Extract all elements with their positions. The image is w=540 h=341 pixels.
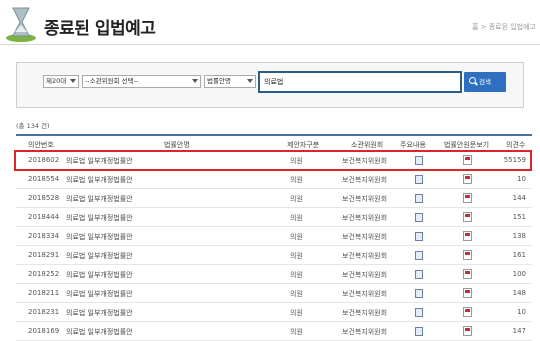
committee-name: 보건복지위원회 [342, 290, 388, 298]
bill-name-link[interactable]: 의료법 일부개정법률안 [66, 289, 133, 299]
bill-number: 2018528 [28, 194, 60, 202]
pdf-icon[interactable] [463, 231, 472, 241]
pdf-icon[interactable] [463, 307, 472, 317]
committee-name: 보건복지위원회 [342, 214, 388, 222]
search-icon [469, 77, 476, 84]
document-icon[interactable] [415, 251, 423, 260]
search-button-label: 검색 [479, 78, 491, 86]
keyword-input[interactable]: 의료법 [258, 71, 462, 93]
table-row[interactable]: 2018291 의료법 일부개정법률안 의원 보건복지위원회 161 [16, 246, 532, 265]
opinion-count: 144 [512, 194, 526, 202]
proposer-type: 의원 [290, 252, 303, 260]
bill-name-link[interactable]: 의료법 일부개정법률안 [66, 213, 133, 223]
table-row[interactable]: 2018444 의료법 일부개정법률안 의원 보건복지위원회 151 [16, 208, 532, 227]
table-row[interactable]: 2018554 의료법 일부개정법률안 의원 보건복지위원회 10 [16, 170, 532, 189]
result-count: (총 134 건) [16, 122, 50, 130]
committee-name: 보건복지위원회 [342, 195, 388, 203]
bill-name-link[interactable]: 의료법 일부개정법률안 [66, 194, 133, 204]
chevron-down-icon [192, 79, 198, 83]
header-original-text: 법률안원문보기 [444, 141, 490, 149]
document-icon[interactable] [415, 308, 423, 317]
table-row[interactable]: 2018211 의료법 일부개정법률안 의원 보건복지위원회 148 [16, 284, 532, 303]
proposer-type: 의원 [290, 195, 303, 203]
pdf-icon[interactable] [463, 193, 472, 203]
hourglass-logo-icon [6, 7, 36, 42]
proposer-type: 의원 [290, 328, 303, 336]
header-bill-name: 법률안명 [164, 141, 190, 149]
header-main-content: 주요내용 [400, 141, 426, 149]
table-header: 의안번호 법률안명 제안자구분 소관위원회 주요내용 법률안원문보기 의견수 [16, 134, 532, 151]
proposer-type: 의원 [290, 214, 303, 222]
bill-number: 2018554 [28, 175, 60, 183]
document-icon[interactable] [415, 232, 423, 241]
bill-number: 2018444 [28, 213, 60, 221]
document-icon[interactable] [415, 175, 423, 184]
header-divider [0, 44, 540, 45]
committee-name: 보건복지위원회 [342, 328, 388, 336]
opinion-count: 151 [512, 213, 526, 221]
chevron-down-icon [247, 79, 253, 83]
page-title: 종료된 입법예고 [44, 19, 156, 39]
header-committee: 소관위원회 [351, 141, 384, 149]
page-header: 종료된 입법예고 홈 > 종료된 입법예고 [0, 0, 540, 48]
document-icon[interactable] [415, 270, 423, 279]
committee-name: 보건복지위원회 [342, 271, 388, 279]
proposer-type: 의원 [290, 271, 303, 279]
committee-name: 보건복지위원회 [342, 233, 388, 241]
bill-name-link[interactable]: 의료법 일부개정법률안 [66, 232, 133, 242]
bill-name-link[interactable]: 의료법 일부개정법률안 [66, 308, 133, 318]
table-row[interactable]: 2018231 의료법 일부개정법률안 의원 보건복지위원회 10 [16, 303, 532, 322]
committee-select-value: --소관위원회 선택-- [85, 77, 139, 85]
opinion-count: 138 [512, 232, 526, 240]
table-row[interactable]: 2018528 의료법 일부개정법률안 의원 보건복지위원회 144 [16, 189, 532, 208]
table-row[interactable]: 2018252 의료법 일부개정법률안 의원 보건복지위원회 100 [16, 265, 532, 284]
chevron-down-icon [70, 79, 76, 83]
bill-number: 2018291 [28, 251, 60, 259]
committee-name: 보건복지위원회 [342, 309, 388, 317]
row-highlight-box [14, 150, 532, 171]
opinion-count: 10 [517, 308, 526, 316]
opinion-count: 148 [512, 289, 526, 297]
field-select[interactable]: 법률안명 [204, 75, 256, 88]
proposer-type: 의원 [290, 290, 303, 298]
header-bill-number: 의안번호 [28, 141, 54, 149]
bill-number: 2018252 [28, 270, 60, 278]
bill-name-link[interactable]: 의료법 일부개정법률안 [66, 270, 133, 280]
pdf-icon[interactable] [463, 269, 472, 279]
opinion-count: 100 [512, 270, 526, 278]
pdf-icon[interactable] [463, 326, 472, 336]
opinion-count: 161 [512, 251, 526, 259]
proposer-type: 의원 [290, 233, 303, 241]
bill-name-link[interactable]: 의료법 일부개정법률안 [66, 327, 133, 337]
bill-number: 2018334 [28, 232, 60, 240]
proposer-type: 의원 [290, 176, 303, 184]
pdf-icon[interactable] [463, 174, 472, 184]
breadcrumb[interactable]: 홈 > 종료된 입법예고 [472, 22, 536, 32]
committee-select[interactable]: --소관위원회 선택-- [82, 75, 201, 88]
pdf-icon[interactable] [463, 250, 472, 260]
field-select-value: 법률안명 [207, 77, 231, 85]
document-icon[interactable] [415, 194, 423, 203]
pdf-icon[interactable] [463, 288, 472, 298]
bill-name-link[interactable]: 의료법 일부개정법률안 [66, 175, 133, 185]
pdf-icon[interactable] [463, 212, 472, 222]
age-select[interactable]: 제20대 [43, 75, 79, 88]
header-proposer: 제안자구분 [287, 141, 320, 149]
committee-name: 보건복지위원회 [342, 176, 388, 184]
table-row[interactable]: 2018334 의료법 일부개정법률안 의원 보건복지위원회 138 [16, 227, 532, 246]
opinion-count: 10 [517, 175, 526, 183]
bill-number: 2018169 [28, 327, 60, 335]
search-button[interactable]: 검색 [464, 72, 506, 92]
committee-name: 보건복지위원회 [342, 252, 388, 260]
document-icon[interactable] [415, 289, 423, 298]
proposer-type: 의원 [290, 309, 303, 317]
opinion-count: 147 [512, 327, 526, 335]
bill-name-link[interactable]: 의료법 일부개정법률안 [66, 251, 133, 261]
bill-number: 2018211 [28, 289, 60, 297]
document-icon[interactable] [415, 213, 423, 222]
age-select-value: 제20대 [46, 77, 67, 85]
bill-number: 2018231 [28, 308, 60, 316]
header-opinions: 의견수 [506, 141, 526, 149]
